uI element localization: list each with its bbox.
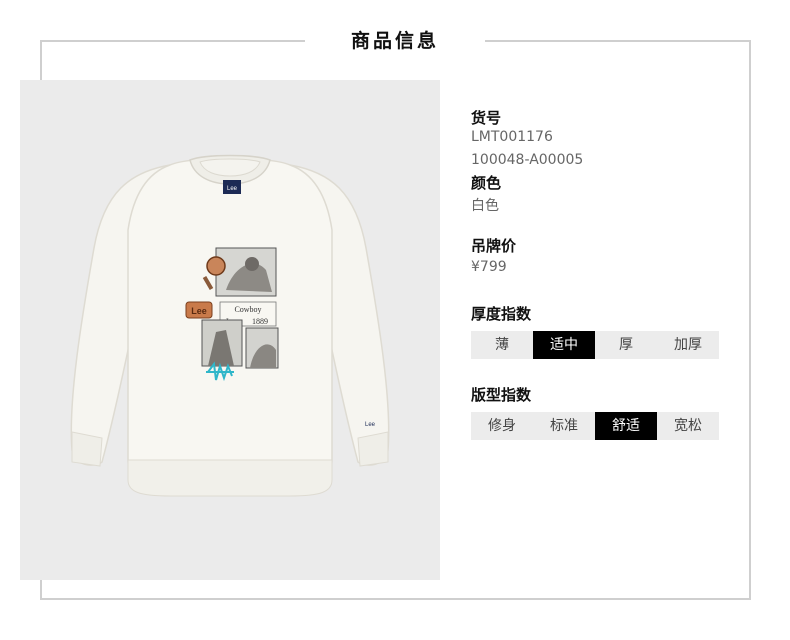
fit-option-standard: 标准 bbox=[550, 418, 578, 434]
thickness-label: 厚度指数 bbox=[471, 305, 532, 323]
frame-top-right-line bbox=[485, 40, 751, 42]
thickness-scale: 薄 适中 厚 加厚 bbox=[471, 331, 719, 359]
svg-text:Lee: Lee bbox=[227, 186, 238, 192]
section-title: 商品信息 bbox=[350, 30, 439, 52]
color-value: 白色 bbox=[471, 198, 499, 214]
svg-text:Lee: Lee bbox=[365, 422, 376, 428]
sku-value: LMT001176 bbox=[471, 129, 553, 145]
color-label: 颜色 bbox=[471, 174, 502, 192]
fit-option-comfort: 舒适 bbox=[595, 412, 657, 440]
svg-text:Lee: Lee bbox=[191, 306, 207, 316]
product-code-value: 100048-A00005 bbox=[471, 152, 584, 168]
price-label: 吊牌价 bbox=[471, 237, 517, 255]
thickness-option-extra-thick: 加厚 bbox=[674, 337, 702, 353]
thickness-option-thick: 厚 bbox=[619, 337, 633, 353]
sweatshirt-illustration: Lee Cowboy Lee 1889 Lee Lee bbox=[70, 154, 390, 497]
fit-option-slim: 修身 bbox=[488, 418, 516, 434]
frame-top-left-line bbox=[40, 40, 305, 42]
thickness-option-medium: 适中 bbox=[533, 331, 595, 359]
thickness-option-thin: 薄 bbox=[495, 337, 509, 353]
fit-option-loose: 宽松 bbox=[674, 418, 702, 434]
sku-label: 货号 bbox=[471, 109, 502, 127]
svg-text:Cowboy: Cowboy bbox=[234, 305, 261, 314]
fit-label: 版型指数 bbox=[471, 386, 532, 404]
svg-text:1889: 1889 bbox=[252, 317, 268, 326]
fit-scale: 修身 标准 舒适 宽松 bbox=[471, 412, 719, 440]
price-value: ¥799 bbox=[471, 259, 507, 275]
product-image: Lee Cowboy Lee 1889 Lee Lee bbox=[20, 80, 440, 580]
